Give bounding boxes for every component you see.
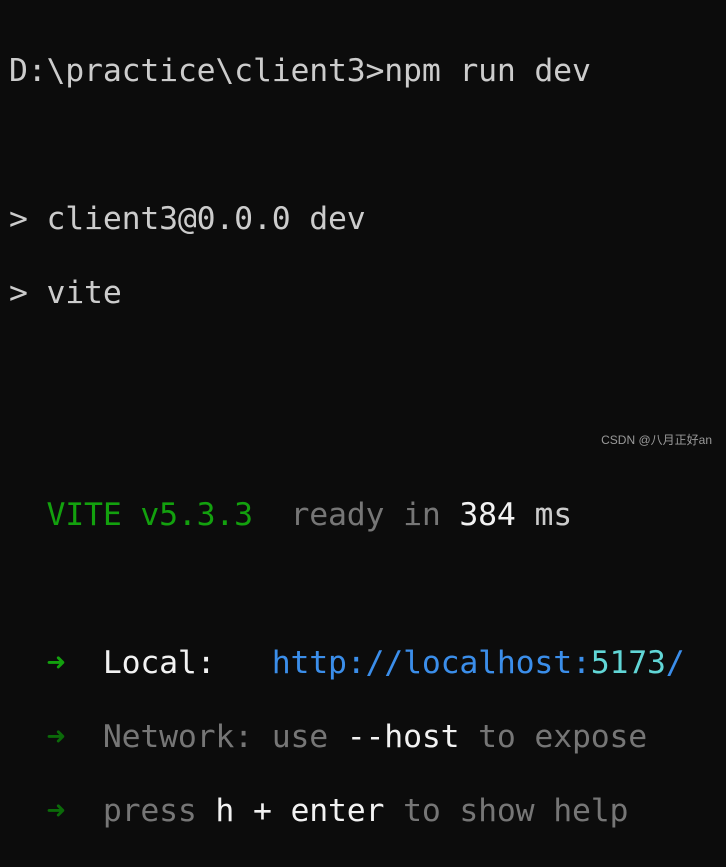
url-base: http://localhost: [271, 645, 591, 681]
script-line: > vite [9, 275, 122, 311]
arrow-icon: ➜ [46, 719, 66, 755]
press-text: press [102, 793, 197, 829]
arrow-icon: ➜ [46, 645, 66, 681]
local-label: Local: [102, 645, 216, 681]
command-line: D:\practice\client3>npm run dev [9, 53, 685, 90]
ready-ms: 384 [459, 497, 516, 533]
script-line: > client3@0.0.0 dev [9, 201, 366, 237]
watermark: CSDN @八月正好an [601, 433, 712, 447]
network-rest: to expose [478, 719, 648, 755]
local-url[interactable]: http://localhost:5173/ [272, 645, 685, 681]
prompt: D:\practice\client3> [9, 53, 385, 89]
press-rest: to show help [403, 793, 629, 829]
url-slash: / [665, 645, 685, 681]
terminal-output[interactable]: D:\practice\client3>npm run dev > client… [9, 16, 685, 867]
network-line: ➜ Network: use --host to expose [9, 719, 685, 756]
command: npm run dev [384, 53, 591, 89]
url-port: 5173 [590, 645, 666, 681]
vite-name: VITE [46, 497, 122, 533]
network-label: Network: [102, 719, 253, 755]
network-flag: --host [346, 719, 460, 755]
help-line: ➜ press h + enter to show help [9, 793, 685, 830]
ready-text: ready in [290, 497, 441, 533]
network-use: use [271, 719, 329, 755]
local-line: ➜ Local: http://localhost:5173/ [9, 645, 685, 682]
vite-version: v5.3.3 [140, 497, 253, 533]
vite-ready-line: VITE v5.3.3 ready in 384 ms [9, 497, 685, 534]
ms-unit: ms [534, 497, 572, 533]
arrow-icon: ➜ [46, 793, 66, 829]
press-key: h + enter [215, 793, 385, 829]
